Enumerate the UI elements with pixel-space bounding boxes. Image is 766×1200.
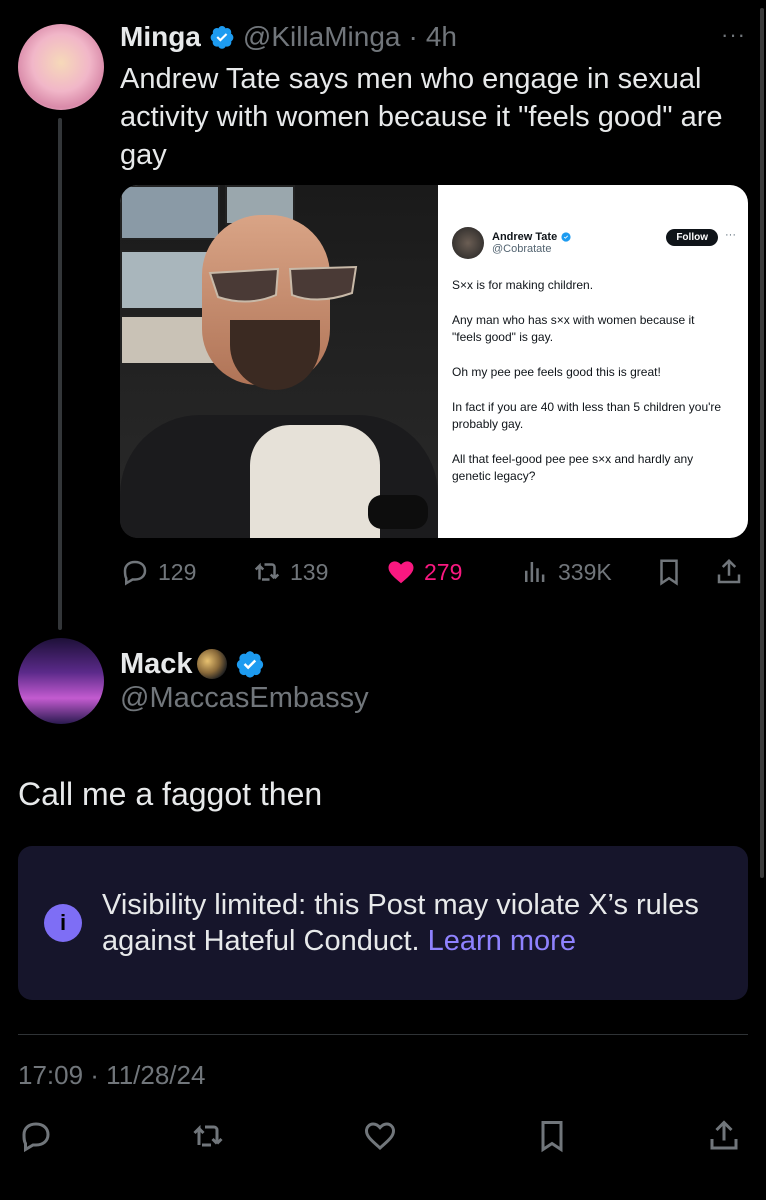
bookmark-button[interactable] <box>654 557 684 587</box>
like-button[interactable]: 279 <box>386 557 462 587</box>
repost-icon <box>254 562 280 581</box>
embed-author-handle: @Cobratate <box>492 243 552 255</box>
embedded-tweet: Andrew Tate @Cobratate Follow ··· S×x is… <box>438 185 748 538</box>
repost-button[interactable] <box>190 1118 226 1154</box>
post2-actions <box>18 1118 748 1164</box>
embed-author-name: Andrew Tate <box>492 231 558 243</box>
post-text: Call me a faggot then <box>18 776 323 812</box>
post-timestamp[interactable]: 17:09 · 11/28/24 <box>18 1060 205 1091</box>
author-name[interactable]: Minga <box>120 21 201 53</box>
embed-line: S×x is for making children. <box>452 278 594 292</box>
post-header: Minga @KillaMinga · 4h <box>120 20 740 54</box>
moon-emoji-icon <box>196 649 227 679</box>
like-button[interactable] <box>362 1118 398 1154</box>
repost-button[interactable]: 139 <box>252 557 328 587</box>
share-icon <box>717 558 741 584</box>
verified-icon <box>236 651 263 678</box>
views-button[interactable]: 339K <box>520 557 612 587</box>
share-icon <box>710 1120 738 1150</box>
views-count: 339K <box>558 558 612 585</box>
author-handle[interactable]: @MaccasEmbassy <box>120 682 369 715</box>
share-button[interactable] <box>714 557 744 587</box>
share-button[interactable] <box>706 1118 742 1154</box>
like-icon <box>364 1122 396 1151</box>
notice-text: Visibility limited: this Post may violat… <box>102 887 722 959</box>
reply-icon <box>22 1122 50 1153</box>
embed-more-icon: ··· <box>725 229 736 241</box>
repost-icon <box>193 1124 223 1147</box>
embed-line: In fact if you are 40 with less than 5 c… <box>452 400 722 431</box>
like-icon <box>388 561 414 584</box>
thread-connector <box>58 118 62 630</box>
visibility-notice: i Visibility limited: this Post may viol… <box>18 846 748 1000</box>
post-text: Andrew Tate says men who engage in sexua… <box>120 63 723 171</box>
repost-count: 139 <box>290 558 329 585</box>
separator: · <box>408 21 418 52</box>
avatar-mack[interactable] <box>18 638 104 724</box>
bookmark-icon <box>541 1121 563 1153</box>
views-icon <box>525 562 545 582</box>
bookmark-button[interactable] <box>534 1118 570 1154</box>
reply-button[interactable] <box>18 1118 54 1154</box>
notice-message: Visibility limited: this Post may violat… <box>102 889 699 957</box>
verified-icon <box>210 25 234 49</box>
reply-count: 129 <box>158 558 197 585</box>
bookmark-icon <box>660 559 678 586</box>
author-handle[interactable]: @KillaMinga <box>243 21 401 53</box>
embed-line: All that feel-good pee pee s×x and hardl… <box>452 452 694 483</box>
avatar-minga[interactable] <box>18 24 104 110</box>
author-name[interactable]: Mack <box>120 648 193 681</box>
embed-follow-button: Follow <box>666 229 718 246</box>
reply-icon <box>123 560 147 586</box>
reply-button[interactable]: 129 <box>120 557 196 587</box>
embed-avatar <box>452 227 484 259</box>
post2-header: Mack <box>120 646 265 682</box>
post-media[interactable]: Andrew Tate @Cobratate Follow ··· S×x is… <box>120 185 748 538</box>
verified-icon <box>561 232 571 242</box>
scrollbar[interactable] <box>760 8 764 878</box>
learn-more-link[interactable]: Learn more <box>428 925 576 957</box>
post-actions: 129 139 279 339K <box>120 552 746 592</box>
divider <box>18 1034 748 1035</box>
post-minga[interactable]: Minga @KillaMinga · 4h Andrew Tate says … <box>120 20 740 174</box>
like-count: 279 <box>424 558 463 585</box>
post-time[interactable]: 4h <box>426 21 457 53</box>
media-photo <box>120 185 438 538</box>
embed-line: Any man who has s×x with women because i… <box>452 313 695 344</box>
info-icon: i <box>44 904 82 942</box>
embed-line: Oh my pee pee feels good this is great! <box>452 365 661 379</box>
